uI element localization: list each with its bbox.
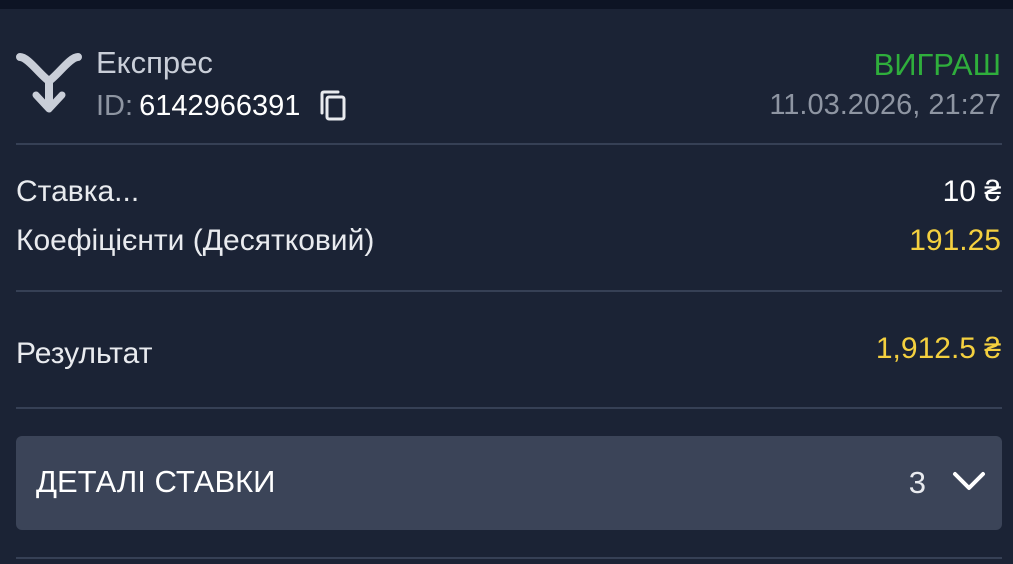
status-badge: ВИГРАШ bbox=[873, 47, 1001, 82]
stake-label: Ставка... bbox=[16, 175, 140, 208]
divider bbox=[16, 557, 1002, 559]
chevron-down-icon[interactable] bbox=[952, 469, 986, 495]
bet-header: Експрес ID: 6142966391 ВИГРАШ 11.03.2026… bbox=[0, 9, 1013, 144]
divider bbox=[16, 143, 1002, 145]
divider bbox=[16, 290, 1002, 292]
express-split-arrow-icon bbox=[16, 53, 82, 113]
bet-details-count: 3 bbox=[908, 465, 926, 500]
bet-date: 11.03.2026, 21:27 bbox=[769, 89, 1001, 121]
odds-label: Коефіцієнти (Десятковий) bbox=[16, 224, 375, 257]
bet-details-toggle[interactable]: ДЕТАЛІ СТАВКИ 3 bbox=[16, 436, 1002, 530]
odds-value: 191.25 bbox=[909, 224, 1001, 257]
bet-type-title: Експрес bbox=[96, 45, 213, 80]
copy-icon[interactable] bbox=[318, 89, 348, 123]
divider bbox=[16, 407, 1002, 409]
bet-id-row: ID: 6142966391 bbox=[96, 87, 348, 125]
top-status-bar bbox=[0, 0, 1013, 9]
bet-details-label: ДЕТАЛІ СТАВКИ bbox=[36, 464, 276, 499]
bet-id-label: ID: bbox=[96, 90, 134, 122]
result-label: Результат bbox=[16, 337, 153, 370]
result-value: 1,912.5 ₴ bbox=[875, 332, 1001, 365]
stake-value: 10 ₴ bbox=[942, 175, 1001, 208]
bet-id-value: 6142966391 bbox=[139, 90, 301, 122]
